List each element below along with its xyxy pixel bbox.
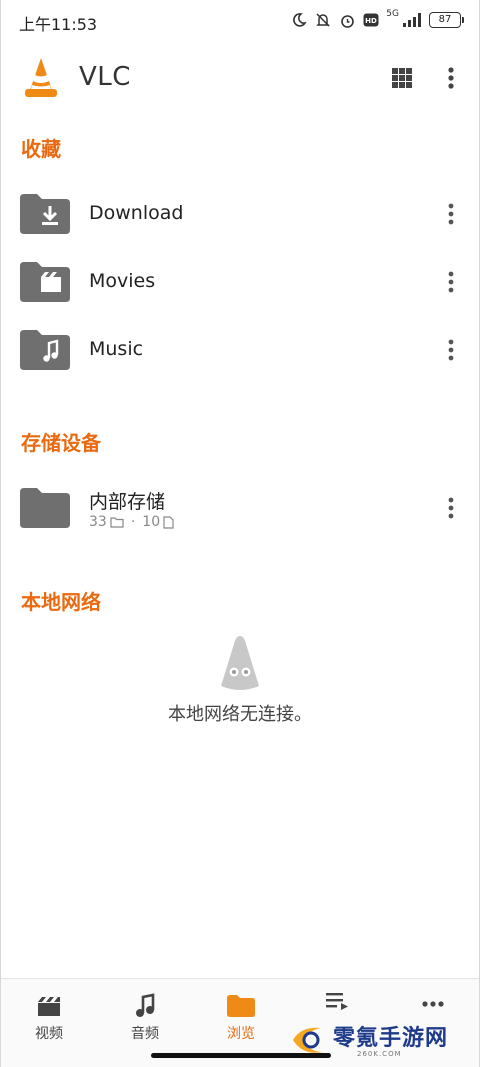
status-icons: HD 5G 87: [291, 9, 464, 31]
favorites-title: 收藏: [21, 137, 61, 161]
alarm-icon: [341, 14, 355, 28]
favorite-label: Download: [89, 202, 184, 224]
battery-icon: 87: [429, 12, 464, 28]
more-vert-icon[interactable]: [439, 268, 463, 296]
app-title: VLC: [79, 62, 131, 92]
status-time: 上午11:53: [19, 15, 98, 34]
more-vert-icon[interactable]: [439, 494, 463, 522]
favorite-item-movies[interactable]: Movies: [1, 250, 479, 314]
folder-download-icon: [20, 194, 70, 234]
folder-movie-icon: [20, 262, 70, 302]
home-indicator[interactable]: [151, 1053, 331, 1058]
favorite-label: Movies: [89, 270, 156, 292]
vlc-cone-logo: [25, 58, 57, 97]
nav-browse[interactable]: 浏览: [201, 991, 281, 1043]
more-horiz-icon: [422, 1001, 444, 1007]
watermark-text: 零氪手游网: [333, 1026, 449, 1051]
playlist-icon: [326, 993, 348, 1010]
network-empty-message: 本地网络无连接。: [168, 704, 312, 725]
watermark-sub: 260K.COM: [357, 1050, 402, 1058]
nav-audio[interactable]: 音频: [105, 991, 185, 1043]
small-file-icon: [163, 515, 174, 529]
app-bar: VLC: [1, 50, 479, 106]
file-count: 10: [142, 514, 161, 530]
favorite-item-music[interactable]: Music: [1, 318, 479, 382]
local-network-title: 本地网络: [21, 590, 101, 614]
folder-music-icon: [20, 330, 70, 370]
status-bar: 上午11:53 HD 5G 87: [1, 0, 479, 40]
music-note-icon: [136, 993, 155, 1017]
folder-icon: [227, 995, 255, 1017]
favorite-item-download[interactable]: Download: [1, 182, 479, 246]
storage-counts: 33 · 10: [89, 514, 174, 530]
folder-count: 33: [89, 514, 107, 530]
nav-video-label: 视频: [35, 1026, 63, 1042]
more-vert-icon[interactable]: [439, 336, 463, 364]
signal-icon: [403, 13, 421, 27]
vlc-cone-ghost-icon: [221, 636, 259, 690]
app-screen: 上午11:53 HD 5G 87 VLC 收藏 Download Movies …: [0, 0, 480, 1067]
svg-text:HD: HD: [365, 17, 377, 25]
more-vert-icon[interactable]: [439, 200, 463, 228]
grid-view-icon[interactable]: [391, 67, 413, 89]
count-separator: ·: [130, 514, 136, 530]
more-vert-icon[interactable]: [439, 64, 463, 92]
moon-icon: [293, 13, 307, 27]
nav-video[interactable]: 视频: [9, 991, 89, 1043]
nav-browse-label: 浏览: [227, 1026, 255, 1042]
storage-title: 存储设备: [21, 431, 101, 455]
hd-icon: HD: [363, 13, 379, 27]
nav-audio-label: 音频: [131, 1026, 159, 1042]
mute-bell-icon: [316, 13, 331, 27]
storage-label: 内部存储: [89, 491, 166, 513]
favorite-label: Music: [89, 338, 144, 360]
network-empty-state: 本地网络无连接。: [1, 634, 479, 726]
network-type: 5G: [386, 9, 399, 19]
small-folder-icon: [110, 517, 124, 528]
folder-icon: [20, 488, 70, 528]
battery-level: 87: [438, 14, 452, 25]
video-icon: [38, 997, 60, 1016]
storage-item-internal[interactable]: 内部存储 33 · 10: [1, 476, 479, 540]
